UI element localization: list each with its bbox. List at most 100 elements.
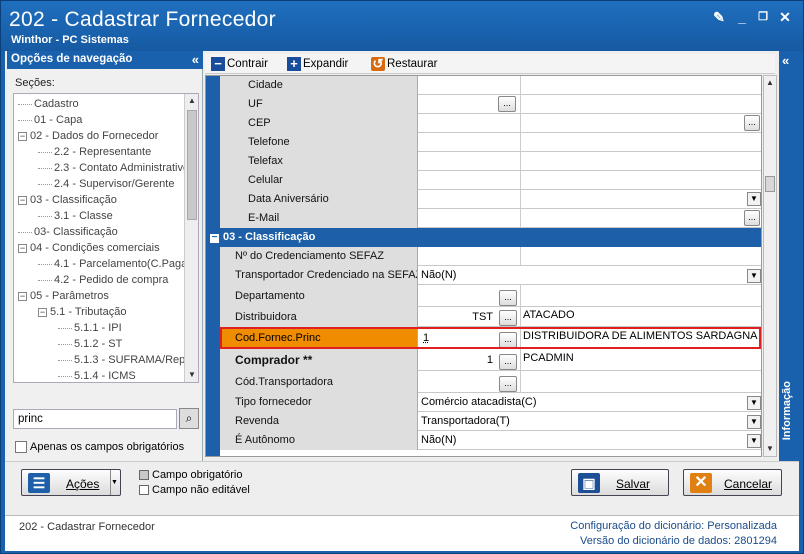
collapse-section-icon[interactable]: −	[210, 233, 219, 243]
section-header-classificacao[interactable]: −03 - Classificação	[206, 228, 761, 247]
close-button[interactable]: ✕	[777, 10, 793, 24]
tree-item[interactable]: −02 - Dados do Fornecedor	[18, 128, 158, 144]
tree-item[interactable]: 03- Classificação	[18, 224, 118, 240]
grid-row-value[interactable]: Comércio atacadista(C)	[419, 393, 759, 412]
grid-row-value[interactable]: Não(N)	[419, 266, 759, 285]
grid-row[interactable]: Revenda Transportadora(T) ▼	[220, 412, 761, 431]
tree-item[interactable]: 5.1.1 - IPI	[58, 320, 122, 336]
lookup-button[interactable]: ...	[499, 354, 517, 370]
lookup-button[interactable]: ...	[744, 115, 760, 131]
tree-item[interactable]: −04 - Condições comerciais	[18, 240, 160, 256]
grid-row-value2[interactable]	[520, 133, 761, 152]
tree-item[interactable]: 3.1 - Classe	[38, 208, 113, 224]
grid-row[interactable]: Data Aniversário ▼	[220, 190, 761, 209]
grid-row-value2[interactable]	[520, 152, 761, 171]
dropdown-arrow-icon[interactable]: ▼	[747, 434, 761, 448]
grid-row[interactable]: Comprador ** 1 PCADMIN...	[220, 349, 761, 371]
tree-item[interactable]: −5.1 - Tributação	[38, 304, 126, 320]
grid-row-value[interactable]: Transportadora(T)	[419, 412, 759, 431]
salvar-button[interactable]: ▣ Salvar	[571, 469, 669, 496]
checkbox-box[interactable]	[15, 441, 27, 454]
tree-item[interactable]: 2.3 - Contato Administrativo	[38, 160, 184, 176]
grid-row-value2[interactable]	[520, 114, 761, 133]
grid-row[interactable]: Distribuidora TST ATACADO...	[220, 307, 761, 327]
grid-row-value[interactable]: Não(N)	[419, 431, 759, 450]
grid-row-value2[interactable]: DISTRIBUIDORA DE ALIMENTOS SARDAGNA LTDA	[520, 327, 761, 349]
grid-row[interactable]: Telefax	[220, 152, 761, 171]
lookup-button[interactable]: ...	[498, 96, 516, 112]
tree-item[interactable]: 5.1.4 - ICMS	[58, 368, 136, 382]
tree-item[interactable]: 4.1 - Parcelamento(C.Pagamento)	[38, 256, 184, 272]
grid-row-value[interactable]	[419, 247, 519, 266]
grid-row-value2[interactable]: ATACADO	[520, 307, 761, 327]
grid-row-value2[interactable]	[520, 76, 761, 95]
minimize-button[interactable]: _	[734, 10, 750, 24]
scroll-up-icon[interactable]: ▲	[765, 78, 775, 88]
tree-toggle-icon[interactable]: −	[18, 291, 27, 301]
maximize-button[interactable]: ❐	[755, 10, 771, 24]
title-bar[interactable]: 202 - Cadastrar Fornecedor Winthor - PC …	[1, 1, 803, 51]
tree-toggle-icon[interactable]: −	[18, 131, 27, 141]
tree-item[interactable]: −05 - Parâmetros	[18, 288, 109, 304]
scroll-thumb[interactable]	[765, 176, 775, 192]
scroll-down-icon[interactable]: ▼	[187, 370, 197, 380]
grid-row[interactable]: Cidade	[220, 76, 761, 95]
grid-row[interactable]: Telefone	[220, 133, 761, 152]
grid-row-value2[interactable]	[520, 247, 761, 266]
lookup-button[interactable]: ...	[744, 210, 760, 226]
dropdown-arrow-icon[interactable]: ▼	[747, 192, 761, 206]
search-input[interactable]: princ	[13, 409, 177, 429]
grid-row[interactable]: Departamento...	[220, 285, 761, 307]
grid-row[interactable]: Celular	[220, 171, 761, 190]
grid-row-value2[interactable]	[520, 190, 761, 209]
dropdown-arrow-icon[interactable]: ▼	[747, 396, 761, 410]
tree-item[interactable]: Cadastro	[18, 96, 79, 112]
grid-row-value2[interactable]	[520, 171, 761, 190]
grid-row-value2[interactable]	[520, 95, 761, 114]
lookup-button[interactable]: ...	[499, 310, 517, 326]
edit-window-icon[interactable]: ✎	[711, 10, 727, 24]
grid-row[interactable]: Cód.Transportadora...	[220, 371, 761, 393]
grid-row[interactable]: Nº do Credenciamento SEFAZ	[220, 247, 761, 266]
grid-row-value2[interactable]: PCADMIN	[520, 349, 761, 371]
dropdown-arrow-icon[interactable]: ▼	[110, 470, 118, 495]
tree-item[interactable]: 2.4 - Supervisor/Gerente	[38, 176, 174, 192]
scroll-up-icon[interactable]: ▲	[187, 96, 197, 106]
grid-row[interactable]: E-Mail...	[220, 209, 761, 228]
grid-row[interactable]: É Autônomo Não(N) ▼	[220, 431, 761, 450]
dropdown-arrow-icon[interactable]: ▼	[747, 269, 761, 283]
grid-row-value[interactable]	[419, 190, 519, 209]
scroll-down-icon[interactable]: ▼	[765, 444, 775, 454]
grid-row[interactable]: CEP...	[220, 114, 761, 133]
tree-toggle-icon[interactable]: −	[38, 307, 47, 317]
grid-row-value[interactable]	[419, 133, 519, 152]
grid-row-value2[interactable]	[520, 371, 761, 393]
grid-row-value[interactable]	[419, 76, 519, 95]
grid-scrollbar[interactable]: ▲ ▼	[763, 75, 777, 457]
grid-row-value[interactable]	[419, 171, 519, 190]
tree-toggle-icon[interactable]: −	[18, 195, 27, 205]
tree-item[interactable]: 2.2 - Representante	[38, 144, 151, 160]
expand-right-icon[interactable]: «	[782, 53, 789, 68]
lookup-button[interactable]: ...	[499, 376, 517, 392]
expandir-button[interactable]: + Expandir	[287, 56, 348, 73]
contrair-button[interactable]: − Contrair	[211, 56, 268, 73]
info-panel[interactable]: « Informação	[779, 51, 799, 461]
only-required-checkbox[interactable]: Apenas os campos obrigatórios	[15, 441, 184, 454]
tree-item[interactable]: 5.1.2 - ST	[58, 336, 122, 352]
collapse-left-icon[interactable]: «	[192, 52, 199, 67]
grid-row-value2[interactable]	[520, 285, 761, 307]
lookup-button[interactable]: ...	[499, 290, 517, 306]
grid-row[interactable]: Tipo fornecedor Comércio atacadista(C) ▼	[220, 393, 761, 412]
property-grid[interactable]: Cidade UF... CEP... Telefone Telefax Celular D…	[205, 75, 762, 457]
dropdown-arrow-icon[interactable]: ▼	[747, 415, 761, 429]
scroll-thumb[interactable]	[187, 110, 197, 220]
sections-tree[interactable]: Cadastro 01 - Capa −02 - Dados do Forneced…	[13, 93, 199, 383]
tree-item[interactable]: 01 - Capa	[18, 112, 82, 128]
tree-item[interactable]: 4.2 - Pedido de compra	[38, 272, 168, 288]
tree-item[interactable]: 5.1.3 - SUFRAMA/Repasse	[58, 352, 184, 368]
grid-row[interactable]: Transportador Credenciado na SEFAZ Não(N)…	[220, 266, 761, 285]
lookup-button[interactable]: ...	[499, 332, 517, 348]
cancelar-button[interactable]: ✕ Cancelar	[683, 469, 782, 496]
tree-item[interactable]: −03 - Classificação	[18, 192, 117, 208]
